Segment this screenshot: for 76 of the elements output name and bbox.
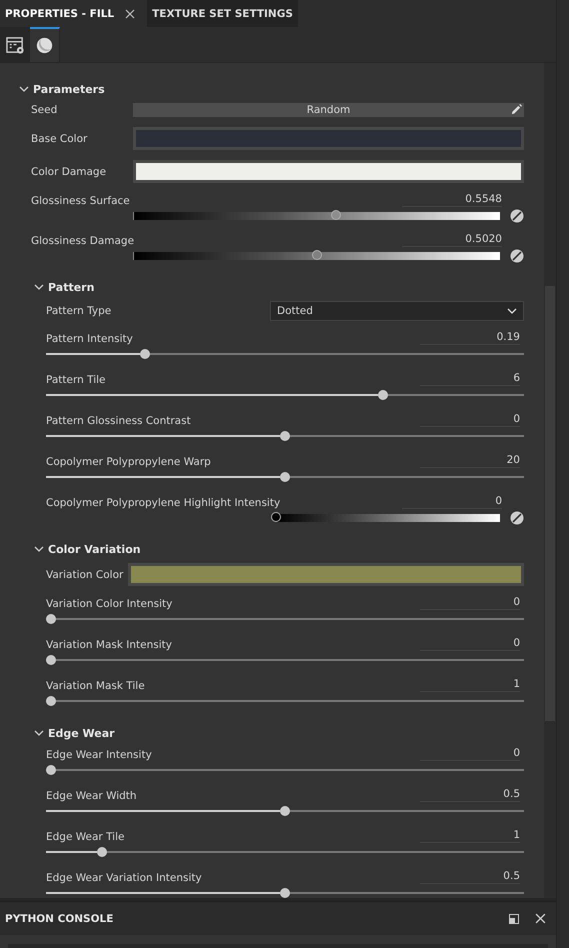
field-label: Glossiness Damage (31, 235, 134, 247)
value-field[interactable]: 1 (420, 829, 520, 843)
reset-icon[interactable] (510, 249, 524, 263)
value-field[interactable]: 0.5020 (402, 233, 502, 247)
field-label: Edge Wear Tile (46, 831, 124, 843)
slider-handle[interactable] (46, 614, 56, 624)
field-label: Edge Wear Variation Intensity (46, 872, 202, 884)
scrollbar-thumb[interactable] (545, 286, 555, 721)
value-field[interactable]: 1 (420, 678, 520, 692)
value-field[interactable]: 0.5 (420, 788, 520, 802)
value-field[interactable]: 0 (420, 596, 520, 610)
random-button[interactable]: Random (133, 103, 524, 117)
tool-tab[interactable] (0, 27, 30, 62)
pattern-type-dropdown[interactable]: Dotted (270, 301, 524, 321)
field-label: Variation Color Intensity (46, 598, 172, 610)
field-label: Pattern Type (46, 305, 112, 317)
section-title: Edge Wear (48, 726, 115, 740)
float-window-icon[interactable] (509, 914, 519, 924)
value-field[interactable]: 20 (420, 454, 520, 468)
field-label: Edge Wear Intensity (46, 749, 152, 761)
chevron-down-icon[interactable] (34, 544, 44, 554)
field-label: Glossiness Surface (31, 195, 130, 207)
scrollbar[interactable] (544, 63, 556, 898)
panel-tab[interactable]: TEXTURE SET SETTINGS (147, 0, 298, 27)
field-label: Variation Mask Tile (46, 680, 145, 692)
panel-title: PYTHON CONSOLE (5, 912, 114, 924)
slider-handle[interactable] (280, 806, 290, 816)
tool-tab[interactable] (30, 27, 60, 62)
reset-icon[interactable] (510, 209, 524, 223)
value-field[interactable]: 0 (420, 747, 520, 761)
slider-handle[interactable] (46, 765, 56, 775)
slider-handle[interactable] (280, 888, 290, 898)
slider-handle[interactable] (271, 512, 281, 522)
slider-handle[interactable] (97, 847, 108, 857)
chevron-down-icon[interactable] (19, 84, 29, 94)
value-field[interactable]: 0 (420, 413, 520, 427)
field-label: Variation Color (46, 568, 124, 580)
field-label: Pattern Tile (46, 374, 106, 386)
value-field[interactable]: 0.5 (420, 870, 520, 884)
close-icon[interactable] (535, 913, 546, 924)
value-field[interactable]: 0 (420, 637, 520, 651)
slider-handle[interactable] (312, 250, 322, 260)
value-field[interactable]: 0.5548 (402, 193, 502, 207)
settings-list-icon (6, 36, 24, 55)
slider-handle[interactable] (280, 472, 290, 482)
value-field[interactable]: 0 (402, 495, 502, 509)
field-label: Variation Mask Intensity (46, 639, 172, 651)
section-title: Parameters (33, 82, 105, 96)
value-field[interactable]: 6 (420, 372, 520, 386)
slider-handle[interactable] (331, 210, 342, 220)
field-label: Seed (31, 104, 58, 116)
chevron-down-icon (507, 308, 517, 314)
value-field[interactable]: 0.19 (420, 331, 520, 345)
section-title: Color Variation (48, 542, 141, 556)
material-sphere-icon (36, 37, 53, 54)
color-swatch[interactable] (133, 127, 524, 150)
section-title: Pattern (48, 280, 94, 294)
close-icon[interactable] (125, 8, 136, 18)
slider-handle[interactable] (46, 696, 56, 706)
field-label: Copolymer Polypropylene Warp (46, 456, 211, 468)
field-label: Edge Wear Width (46, 790, 137, 802)
color-swatch[interactable] (128, 563, 524, 586)
field-label: Color Damage (31, 166, 108, 178)
pencil-icon[interactable] (511, 104, 522, 115)
slider-handle[interactable] (46, 655, 56, 665)
slider-handle[interactable] (378, 390, 388, 400)
chevron-down-icon[interactable] (34, 282, 44, 292)
color-swatch[interactable] (133, 160, 524, 183)
reset-icon[interactable] (510, 511, 524, 525)
field-label: Copolymer Polypropylene Highlight Intensity (46, 497, 280, 509)
slider-handle[interactable] (140, 349, 150, 359)
chevron-down-icon[interactable] (34, 728, 44, 738)
field-label: Pattern Intensity (46, 333, 133, 345)
field-label: Pattern Glossiness Contrast (46, 415, 191, 427)
field-label: Base Color (31, 132, 88, 144)
slider-handle[interactable] (280, 431, 290, 441)
